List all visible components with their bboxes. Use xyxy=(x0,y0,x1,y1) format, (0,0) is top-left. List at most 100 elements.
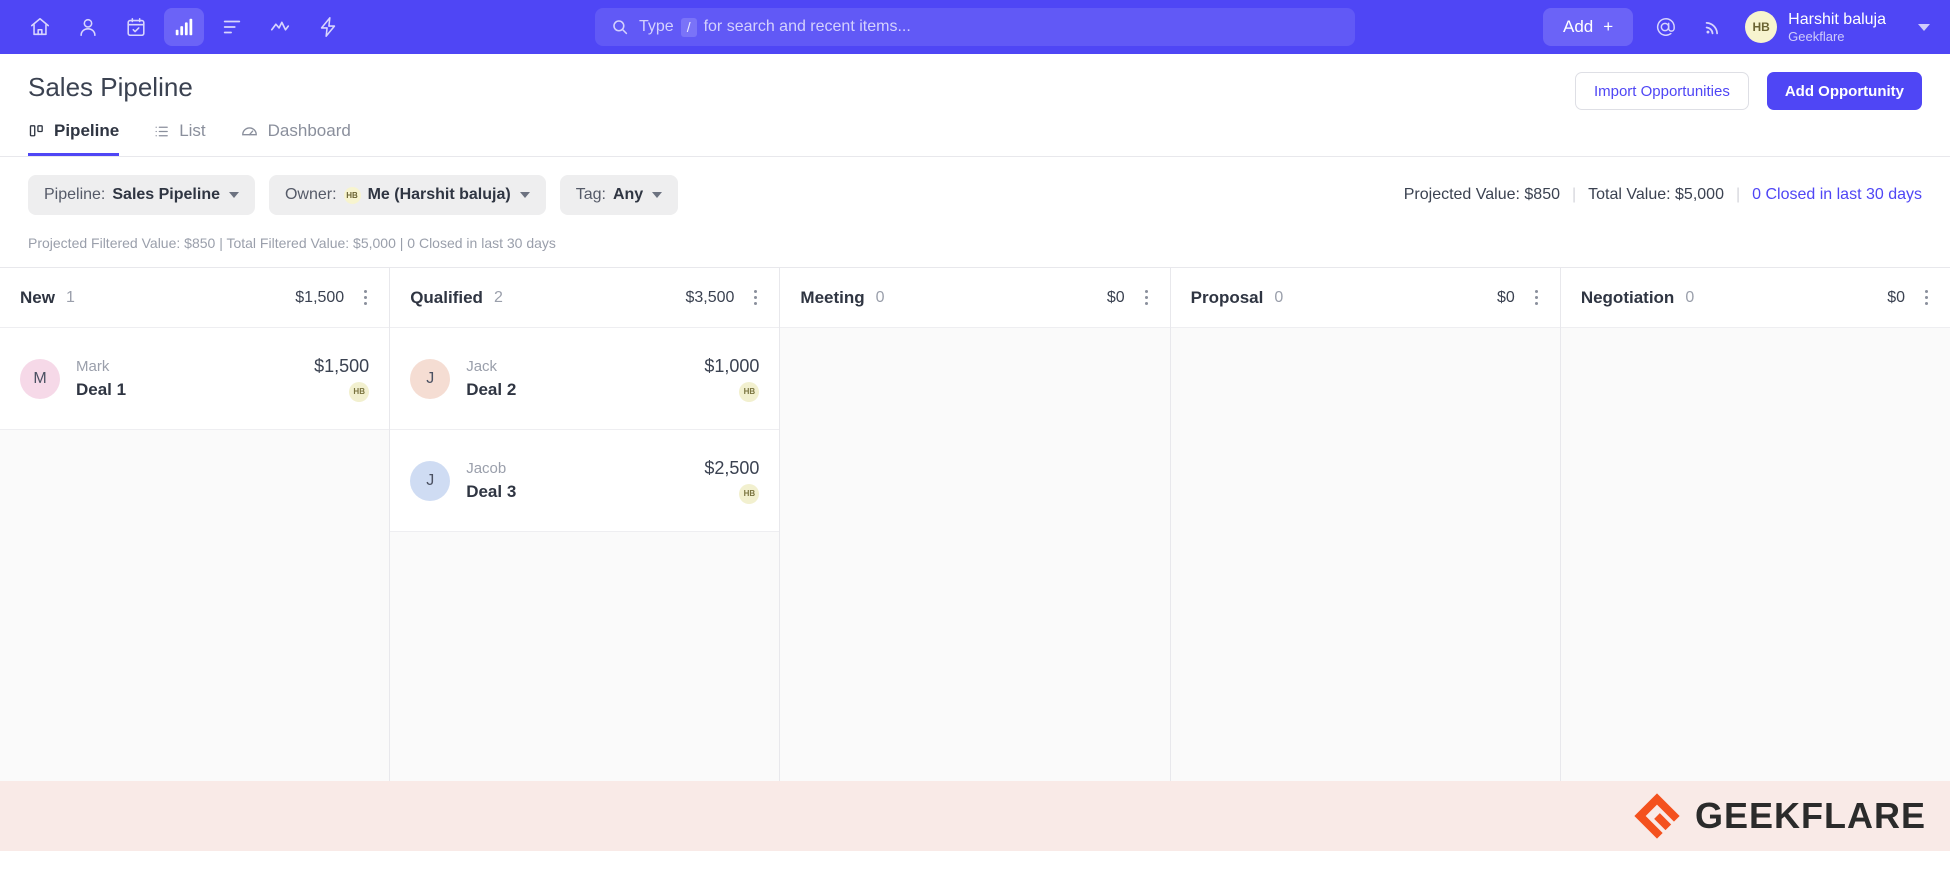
closed-last-30-days-link[interactable]: 0 Closed in last 30 days xyxy=(1752,186,1922,204)
column-header: Proposal 0 $0 xyxy=(1170,268,1560,328)
global-search[interactable]: Type / for search and recent items... xyxy=(595,8,1355,46)
deal-card[interactable]: J Jacob Deal 3 $2,500 HB xyxy=(390,430,780,532)
tab-list-label: List xyxy=(179,121,206,140)
deal-owner-badge: HB xyxy=(739,381,760,402)
tab-dashboard-label: Dashboard xyxy=(267,121,351,140)
add-opportunity-button[interactable]: Add Opportunity xyxy=(1766,72,1922,110)
filter-pipeline-value: Sales Pipeline xyxy=(112,186,220,203)
automation-bolt-icon[interactable] xyxy=(308,8,348,46)
page-header: Sales Pipeline Pipeline List Dashboard I… xyxy=(0,54,1950,203)
deal-amount: $1,500 xyxy=(314,355,370,376)
column-menu-button[interactable] xyxy=(1533,286,1540,309)
column-value: $0 xyxy=(1106,288,1125,306)
column-value: $1,500 xyxy=(295,288,345,306)
deal-card[interactable]: M Mark Deal 1 $1,500 HB xyxy=(0,328,390,430)
filter-tag-label: Tag: xyxy=(575,186,606,203)
kanban-column-proposal: Proposal 0 $0 xyxy=(1170,268,1561,781)
filter-tag-value: Any xyxy=(612,186,644,203)
stats-divider: | xyxy=(1735,186,1741,203)
calendar-icon[interactable] xyxy=(116,8,156,46)
gauge-icon xyxy=(241,126,257,135)
kanban-column-negotiation: Negotiation 0 $0 xyxy=(1560,268,1950,781)
deal-amount: $1,000 xyxy=(704,355,760,376)
search-input[interactable]: Type / for search and recent items... xyxy=(595,8,1355,46)
column-menu-button[interactable] xyxy=(1143,286,1150,309)
filter-owner[interactable]: Owner: HB Me (Harshit baluja) xyxy=(268,175,546,215)
import-opportunities-button[interactable]: Import Opportunities xyxy=(1574,72,1749,110)
footer-watermark-bar: GEEKFLARE xyxy=(0,781,1950,851)
deal-meta: $2,500 HB xyxy=(704,457,760,504)
column-value: $3,500 xyxy=(685,288,735,306)
deal-meta: $1,500 HB xyxy=(314,355,370,402)
column-cards: M Mark Deal 1 $1,500 HB xyxy=(0,328,390,781)
kanban-icon xyxy=(29,124,43,136)
chevron-down-icon xyxy=(652,192,663,198)
filter-tag[interactable]: Tag: Any xyxy=(559,175,679,215)
column-name: New xyxy=(20,287,55,307)
geekflare-logo-icon xyxy=(1634,793,1680,839)
filter-pipeline-label: Pipeline: xyxy=(44,186,106,203)
filter-owner-value: Me (Harshit baluja) xyxy=(367,186,511,203)
column-header: Qualified 2 $3,500 xyxy=(390,268,780,328)
deal-info: Mark Deal 1 xyxy=(76,356,298,402)
deal-contact-avatar: J xyxy=(410,358,451,399)
contacts-icon[interactable] xyxy=(68,8,108,46)
view-tabs: Pipeline List Dashboard xyxy=(28,121,1922,156)
column-menu-button[interactable] xyxy=(362,286,369,309)
add-button[interactable]: Add + xyxy=(1542,8,1634,46)
tab-dashboard[interactable]: Dashboard xyxy=(240,121,351,156)
deal-contact-name: Jacob xyxy=(466,459,507,477)
tasks-list-icon[interactable] xyxy=(212,8,252,46)
nav-right-cluster: Add + HB Harshit baluja Geekflare xyxy=(1542,8,1930,46)
search-icon xyxy=(613,20,628,35)
column-count: 0 xyxy=(875,288,885,306)
total-value: Total Value: $5,000 xyxy=(1588,186,1724,203)
chevron-down-icon xyxy=(228,192,239,198)
column-cards xyxy=(1561,328,1950,781)
deal-info: Jack Deal 2 xyxy=(466,356,688,402)
plus-icon: + xyxy=(1603,17,1614,36)
reports-trend-icon[interactable] xyxy=(260,8,300,46)
stats-divider: | xyxy=(1572,186,1577,203)
search-slash-key: / xyxy=(680,17,697,37)
deal-owner-badge: HB xyxy=(739,483,760,504)
user-name: Harshit baluja xyxy=(1788,10,1886,28)
column-count: 2 xyxy=(493,288,503,306)
projected-value: Projected Value: $850 xyxy=(1403,186,1560,203)
search-placeholder-suffix: for search and recent items... xyxy=(703,18,911,35)
user-menu[interactable]: HB Harshit baluja Geekflare xyxy=(1745,10,1886,45)
deal-amount: $2,500 xyxy=(704,457,760,478)
deal-info: Jacob Deal 3 xyxy=(466,458,688,504)
chevron-down-icon[interactable] xyxy=(1918,23,1930,31)
column-count: 0 xyxy=(1274,288,1284,306)
filtered-value-summary: Projected Filtered Value: $850 | Total F… xyxy=(28,235,556,251)
kanban-column-qualified: Qualified 2 $3,500 J Jack Deal 2 $1,000 HB J Jaco… xyxy=(390,268,781,781)
deal-card[interactable]: J Jack Deal 2 $1,000 HB xyxy=(390,328,780,430)
tab-pipeline[interactable]: Pipeline xyxy=(28,121,120,156)
primary-nav-icons xyxy=(20,8,348,46)
broadcast-icon[interactable] xyxy=(1697,8,1729,46)
column-name: Qualified xyxy=(410,287,483,307)
list-icon xyxy=(155,126,169,136)
home-icon[interactable] xyxy=(20,8,60,46)
column-cards: J Jack Deal 2 $1,000 HB J Jacob Deal 3 $2,500 HB xyxy=(390,328,780,781)
column-menu-button[interactable] xyxy=(1923,286,1930,309)
kanban-board: New 1 $1,500 M Mark Deal 1 $1,500 HB Qualified 2 $… xyxy=(0,267,1950,781)
kanban-column-new: New 1 $1,500 M Mark Deal 1 $1,500 HB xyxy=(0,268,391,781)
tab-list[interactable]: List xyxy=(153,121,206,156)
filter-pipeline[interactable]: Pipeline: Sales Pipeline xyxy=(28,175,255,215)
column-header: Negotiation 0 $0 xyxy=(1560,268,1950,328)
user-identity: Harshit baluja Geekflare xyxy=(1788,10,1886,45)
tab-pipeline-label: Pipeline xyxy=(54,121,120,140)
column-menu-button[interactable] xyxy=(752,286,759,309)
at-mention-icon[interactable] xyxy=(1649,8,1681,46)
search-placeholder: Type / for search and recent items... xyxy=(639,17,911,37)
pipeline-chart-icon[interactable] xyxy=(164,8,204,46)
deal-title: Deal 3 xyxy=(466,481,517,501)
filter-owner-avatar: HB xyxy=(343,186,361,204)
column-header: Meeting 0 $0 xyxy=(780,268,1170,328)
deal-contact-name: Mark xyxy=(76,357,110,375)
chevron-down-icon xyxy=(519,192,530,198)
deal-contact-avatar: J xyxy=(410,460,451,501)
header-actions: Import Opportunities Add Opportunity xyxy=(1574,72,1922,110)
